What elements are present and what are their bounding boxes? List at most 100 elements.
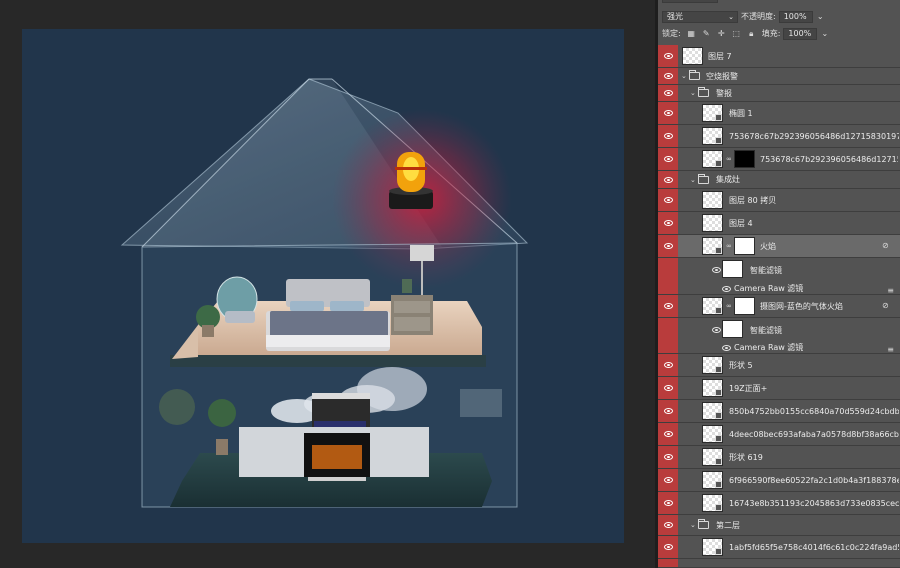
layer-row[interactable]: 图层 7 bbox=[658, 45, 900, 68]
lock-transparent-pixels-icon[interactable]: ▦ bbox=[687, 29, 696, 38]
lock-image-pixels-icon[interactable]: ✎ bbox=[702, 29, 711, 38]
visibility-toggle[interactable] bbox=[658, 102, 678, 124]
layer-row[interactable]: ∞ 753678c67b292396056486d12715830... bbox=[658, 148, 900, 171]
eye-icon bbox=[663, 303, 673, 309]
layer-name: 16743e8b351193c2045863d733e0835cec363f1.… bbox=[729, 498, 899, 508]
eye-icon bbox=[663, 544, 673, 550]
filter-options-icon[interactable]: ≡ bbox=[887, 345, 894, 354]
filter-row[interactable]: Camera Raw 滤镜 ≡ bbox=[658, 283, 900, 295]
opacity-input[interactable]: 100% bbox=[778, 10, 813, 23]
chevron-down-icon: ⌄ bbox=[728, 12, 734, 21]
visibility-toggle[interactable] bbox=[658, 189, 678, 211]
chevron-down-icon[interactable]: ⌄ bbox=[690, 85, 696, 101]
link-icon[interactable]: ∞ bbox=[726, 242, 732, 250]
lock-row: 锁定: ▦ ✎ ✛ ⬚ 🔒︎ 填充: 100% ⌄ bbox=[658, 25, 900, 42]
visibility-toggle[interactable] bbox=[658, 85, 678, 101]
visibility-toggle[interactable] bbox=[658, 492, 678, 514]
visibility-toggle[interactable] bbox=[658, 515, 678, 535]
layer-row-partial[interactable] bbox=[658, 559, 900, 568]
folder-icon bbox=[689, 70, 700, 80]
plant-downstairs bbox=[159, 389, 195, 425]
filter-options-icon[interactable]: ≡ bbox=[887, 286, 894, 295]
eye-icon bbox=[663, 477, 673, 483]
layer-row[interactable]: 椭圆 1 bbox=[658, 102, 900, 125]
visibility-toggle[interactable] bbox=[658, 423, 678, 445]
layer-mask-thumbnail[interactable] bbox=[734, 237, 755, 255]
visibility-toggle[interactable] bbox=[658, 125, 678, 147]
eye-icon bbox=[663, 385, 673, 391]
layer-name: 4deec08bec693afaba7a0578d8bf38a66cbb07b9… bbox=[729, 429, 899, 439]
chevron-down-icon[interactable]: ⌄ bbox=[816, 12, 825, 21]
smart-object-icon bbox=[715, 435, 722, 442]
layer-row[interactable]: ∞ 摄图网-蓝色的气体火焰 ⊘ bbox=[658, 295, 900, 318]
eye-icon[interactable] bbox=[722, 286, 731, 292]
layer-row[interactable]: 19Z正面+ bbox=[658, 377, 900, 400]
group-row[interactable]: ⌄ 集成灶 bbox=[658, 171, 900, 189]
chevron-down-icon[interactable]: ⌄ bbox=[820, 29, 829, 38]
layer-row[interactable]: 1abf5fd65f5e758c4014f6c61c0c224fa9ad50..… bbox=[658, 536, 900, 559]
filter-row[interactable]: Camera Raw 滤镜 ≡ bbox=[658, 342, 900, 354]
panel-top-strip bbox=[658, 0, 900, 4]
blend-row: 强光 ⌄ 不透明度: 100% ⌄ bbox=[658, 8, 900, 25]
layer-name: 6f966590f8ee60522fa2c1d0b4a3f188378e95b2… bbox=[729, 475, 899, 485]
document-canvas[interactable] bbox=[22, 29, 624, 543]
smart-filter-icon[interactable]: ⊘ bbox=[882, 241, 892, 250]
lock-artboard-icon[interactable]: ⬚ bbox=[732, 29, 741, 38]
layer-row[interactable]: 图层 4 bbox=[658, 212, 900, 235]
layer-row[interactable]: 16743e8b351193c2045863d733e0835cec363f1.… bbox=[658, 492, 900, 515]
visibility-toggle[interactable] bbox=[658, 377, 678, 399]
layer-thumbnail bbox=[702, 379, 723, 397]
layer-row[interactable]: 形状 5 bbox=[658, 354, 900, 377]
layer-thumbnail bbox=[702, 104, 723, 122]
group-row[interactable]: ⌄ 第二层 bbox=[658, 515, 900, 536]
layers-panel: 强光 ⌄ 不透明度: 100% ⌄ 锁定: ▦ ✎ ✛ ⬚ 🔒︎ 填充: 100… bbox=[658, 0, 900, 568]
visibility-toggle[interactable] bbox=[658, 171, 678, 188]
chevron-down-icon[interactable]: ⌄ bbox=[681, 68, 687, 84]
filter-mask-thumbnail[interactable] bbox=[722, 320, 743, 338]
smart-filter-icon[interactable]: ⊘ bbox=[882, 301, 892, 310]
visibility-toggle[interactable] bbox=[658, 212, 678, 234]
visibility-toggle[interactable] bbox=[658, 68, 678, 84]
layer-name: 图层 80 拷贝 bbox=[729, 195, 777, 205]
visibility-toggle[interactable] bbox=[658, 45, 678, 67]
layer-name: 椭圆 1 bbox=[729, 108, 753, 118]
visibility-toggle[interactable] bbox=[658, 148, 678, 170]
smart-object-icon bbox=[715, 307, 722, 314]
filter-mask-thumbnail[interactable] bbox=[722, 260, 743, 278]
group-row[interactable]: ⌄ 空烧报警 bbox=[658, 68, 900, 85]
smart-filters-row[interactable]: 智能滤镜 bbox=[658, 258, 900, 283]
folder-icon bbox=[698, 174, 709, 184]
blend-mode-select[interactable]: 强光 ⌄ bbox=[662, 10, 738, 23]
chevron-down-icon[interactable]: ⌄ bbox=[690, 515, 696, 535]
visibility-toggle[interactable] bbox=[658, 400, 678, 422]
visibility-toggle[interactable] bbox=[658, 536, 678, 558]
layer-row[interactable]: 850b4752bb0155cc6840a70d559d24cbdb3a16b.… bbox=[658, 400, 900, 423]
visibility-toggle[interactable] bbox=[658, 469, 678, 491]
smart-filters-row[interactable]: 智能滤镜 bbox=[658, 318, 900, 342]
smart-object-icon bbox=[715, 481, 722, 488]
layer-row[interactable]: 753678c67b292396056486d1271583019787b4..… bbox=[658, 125, 900, 148]
layer-row[interactable]: 4deec08bec693afaba7a0578d8bf38a66cbb07b9… bbox=[658, 423, 900, 446]
lock-all-icon[interactable]: 🔒︎ bbox=[747, 29, 756, 38]
layer-row[interactable]: 形状 619 bbox=[658, 446, 900, 469]
layer-row[interactable]: 6f966590f8ee60522fa2c1d0b4a3f188378e95b2… bbox=[658, 469, 900, 492]
link-icon[interactable]: ∞ bbox=[726, 302, 732, 310]
eye-icon[interactable] bbox=[712, 267, 721, 273]
chevron-down-icon[interactable]: ⌄ bbox=[690, 171, 696, 188]
eye-icon[interactable] bbox=[712, 327, 721, 333]
fill-input[interactable]: 100% bbox=[783, 27, 818, 40]
kind-filter-select[interactable] bbox=[662, 0, 718, 3]
visibility-toggle[interactable] bbox=[658, 446, 678, 468]
eye-icon[interactable] bbox=[722, 345, 731, 351]
group-row[interactable]: ⌄ 警报 bbox=[658, 85, 900, 102]
visibility-toggle[interactable] bbox=[658, 354, 678, 376]
visibility-toggle[interactable] bbox=[658, 295, 678, 317]
layer-row[interactable]: 图层 80 拷贝 bbox=[658, 189, 900, 212]
layer-mask-thumbnail[interactable] bbox=[734, 297, 755, 315]
lock-position-icon[interactable]: ✛ bbox=[717, 29, 726, 38]
link-icon[interactable]: ∞ bbox=[726, 155, 732, 163]
visibility-toggle[interactable] bbox=[658, 235, 678, 257]
eye-icon bbox=[663, 156, 673, 162]
layer-row-selected[interactable]: ∞ 火焰 ⊘ bbox=[658, 235, 900, 258]
layer-mask-thumbnail[interactable] bbox=[734, 150, 755, 168]
